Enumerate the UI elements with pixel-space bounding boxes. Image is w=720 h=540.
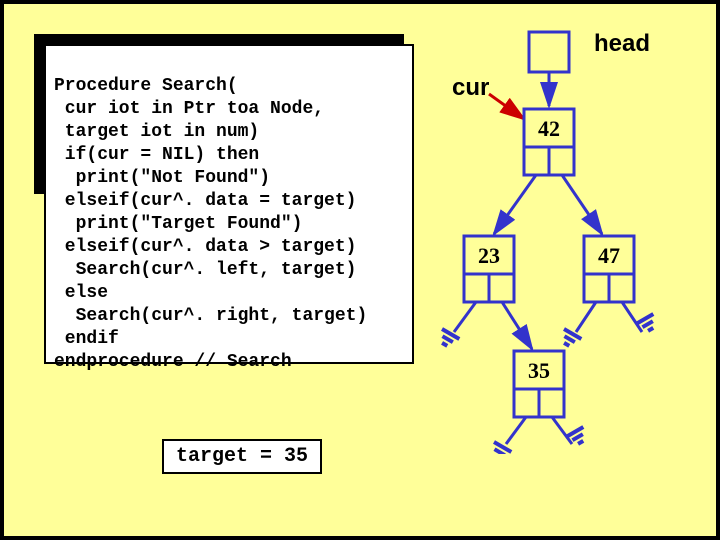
- code-line: endprocedure // Search: [54, 352, 292, 372]
- edge-35-left-null: [506, 417, 526, 444]
- node-root-value: 42: [538, 116, 560, 141]
- ground-icon: [566, 427, 589, 447]
- node-left-value: 23: [478, 243, 500, 268]
- edge-23-left-null: [454, 302, 476, 332]
- code-box: Procedure Search( cur iot in Ptr toa Nod…: [44, 44, 414, 364]
- code-line: endif: [54, 329, 119, 349]
- node-35-value: 35: [528, 358, 550, 383]
- code-line: Search(cur^. right, target): [54, 306, 367, 326]
- edge-47-left-null: [576, 302, 596, 332]
- tree-diagram: 42 23: [424, 24, 704, 454]
- code-line: print("Not Found"): [54, 168, 270, 188]
- edge-35-right-null: [552, 417, 572, 444]
- slide-frame: Procedure Search( cur iot in Ptr toa Nod…: [0, 0, 720, 540]
- code-line: Procedure Search(: [54, 76, 238, 96]
- target-box: target = 35: [162, 439, 322, 474]
- code-line: Search(cur^. left, target): [54, 260, 356, 280]
- edge-47-right-null: [622, 302, 642, 332]
- code-line: elseif(cur^. data = target): [54, 191, 356, 211]
- node-right-value: 47: [598, 243, 620, 268]
- code-line: target iot in num): [54, 122, 259, 142]
- code-line: cur iot in Ptr toa Node,: [54, 99, 324, 119]
- edge-root-left: [494, 175, 536, 234]
- edge-root-right: [562, 175, 602, 234]
- target-text: target = 35: [176, 445, 308, 468]
- node-35: 35: [514, 351, 564, 417]
- ground-icon: [558, 329, 581, 349]
- node-root: 42: [524, 109, 574, 175]
- ground-icon: [436, 329, 459, 349]
- cur-arrow: [489, 94, 524, 119]
- code-line: print("Target Found"): [54, 214, 302, 234]
- node-right: 47: [584, 236, 634, 302]
- code-line: if(cur = NIL) then: [54, 145, 259, 165]
- code-line: elseif(cur^. data > target): [54, 237, 356, 257]
- head-box: [529, 32, 569, 72]
- edge-23-right: [502, 302, 532, 349]
- node-left: 23: [464, 236, 514, 302]
- tree-svg: 42 23: [424, 24, 704, 454]
- ground-icon: [636, 314, 659, 334]
- code-line: else: [54, 283, 108, 303]
